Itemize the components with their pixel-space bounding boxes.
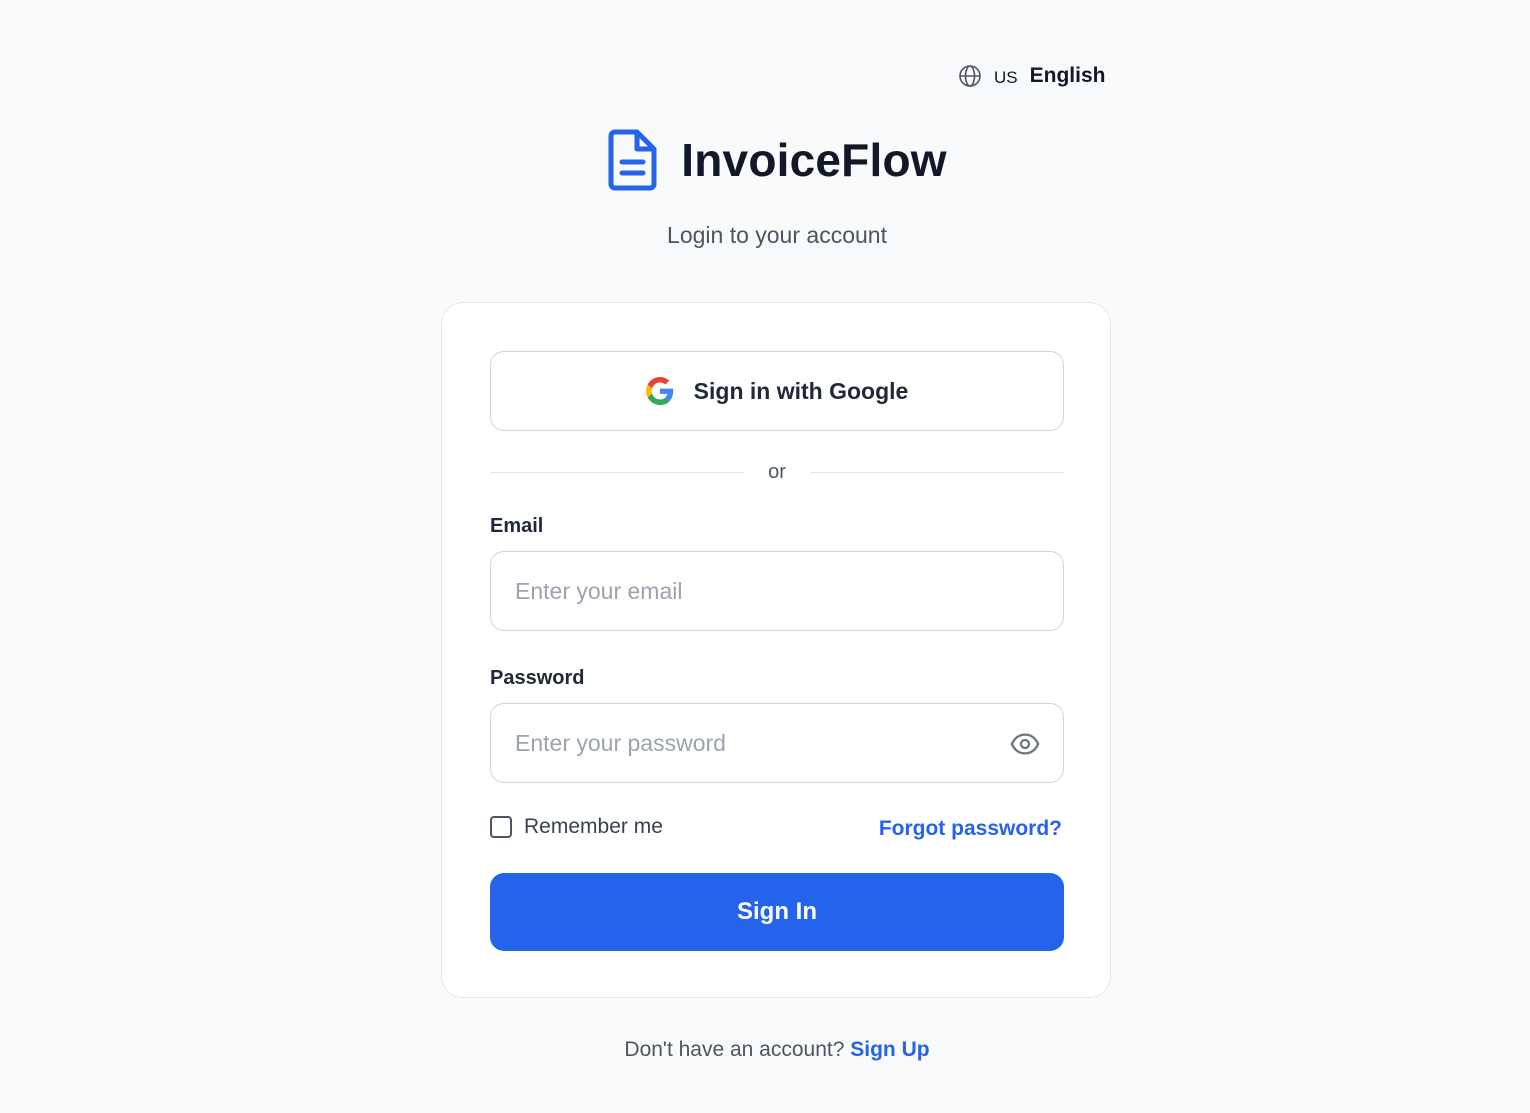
divider-line-right bbox=[809, 471, 1065, 473]
eye-icon[interactable] bbox=[1010, 729, 1040, 759]
globe-icon bbox=[959, 65, 981, 87]
remember-me-label: Remember me bbox=[524, 815, 663, 838]
divider-line-left bbox=[490, 471, 745, 473]
email-field[interactable] bbox=[490, 551, 1064, 631]
or-divider: or bbox=[490, 457, 1065, 487]
flag-code: US bbox=[994, 67, 1018, 87]
document-icon bbox=[608, 129, 657, 191]
google-icon bbox=[645, 377, 673, 405]
brand-header: InvoiceFlow bbox=[0, 128, 1530, 192]
divider-text: or bbox=[768, 460, 786, 483]
google-signin-label: Sign in with Google bbox=[693, 377, 909, 404]
login-card: Sign in with Google or Email Password Re… bbox=[441, 302, 1111, 998]
signup-prompt-text: Don't have an account? bbox=[624, 1038, 845, 1061]
signup-prompt: Don't have an account? Sign Up bbox=[0, 1038, 1530, 1062]
sign-in-button[interactable]: Sign In bbox=[490, 873, 1064, 951]
brand-name: InvoiceFlow bbox=[681, 134, 947, 186]
page-subtitle: Login to your account bbox=[667, 222, 887, 248]
language-switcher[interactable]: US English bbox=[958, 60, 1105, 92]
sign-up-link[interactable]: Sign Up bbox=[850, 1038, 929, 1061]
password-label: Password bbox=[490, 667, 585, 689]
language-label: English bbox=[1029, 64, 1106, 87]
password-field[interactable] bbox=[490, 703, 1064, 783]
forgot-password-link[interactable]: Forgot password? bbox=[879, 817, 1062, 841]
checkbox-box[interactable] bbox=[490, 816, 512, 838]
remember-me-checkbox[interactable]: Remember me bbox=[490, 815, 663, 839]
google-signin-button[interactable]: Sign in with Google bbox=[490, 351, 1064, 431]
email-label: Email bbox=[490, 515, 544, 537]
login-page: US English InvoiceFlow Login to your acc… bbox=[0, 0, 1530, 1113]
